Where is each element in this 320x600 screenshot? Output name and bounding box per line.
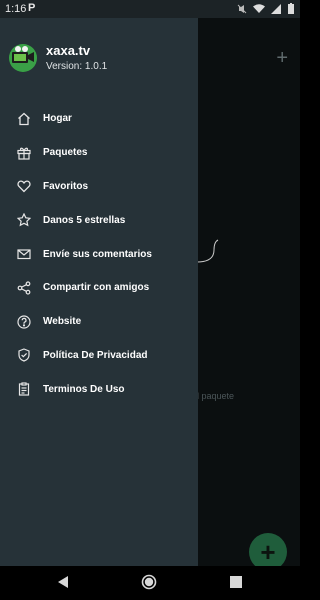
- empty-state-text: l paquete: [197, 391, 235, 401]
- shield-check-icon: [16, 347, 32, 363]
- clipboard-icon: [16, 381, 32, 397]
- add-icon[interactable]: +: [276, 48, 288, 68]
- menu-item-label: Danos 5 estrellas: [43, 214, 126, 226]
- menu-item-label: Política De Privacidad: [43, 349, 148, 361]
- menu-item-rate[interactable]: Danos 5 estrellas: [0, 203, 198, 237]
- menu-item-hogar[interactable]: Hogar: [0, 102, 198, 136]
- battery-icon: [288, 3, 294, 14]
- menu-item-label: Paquetes: [43, 147, 88, 159]
- status-icons: [237, 3, 294, 14]
- home-nav-icon[interactable]: [141, 574, 157, 590]
- parking-app-indicator: P: [28, 2, 36, 14]
- heart-icon: [16, 178, 32, 194]
- menu-item-feedback[interactable]: Envíe sus comentarios: [0, 237, 198, 271]
- menu-item-label: Envíe sus comentarios: [43, 248, 152, 260]
- recents-icon[interactable]: [230, 576, 242, 588]
- menu-item-website[interactable]: Website: [0, 305, 198, 339]
- back-icon[interactable]: [57, 575, 69, 589]
- drawer-menu: Hogar Paquetes Favoritos Danos 5 estrell…: [0, 102, 198, 406]
- menu-item-favoritos[interactable]: Favoritos: [0, 170, 198, 204]
- drawer-header: xaxa.tv Version: 1.0.1: [0, 18, 198, 98]
- menu-item-label: Terminos De Uso: [43, 383, 125, 395]
- status-time: 1:16: [5, 3, 27, 15]
- home-icon: [16, 111, 32, 127]
- app-logo: [9, 44, 37, 72]
- empty-illustration: [196, 239, 219, 263]
- signal-icon: [271, 3, 281, 14]
- gift-icon: [16, 145, 32, 161]
- status-bar: 1:16 P: [0, 0, 300, 18]
- app-name: xaxa.tv: [46, 43, 91, 58]
- menu-item-label: Website: [43, 316, 82, 328]
- system-nav-bar: [0, 566, 300, 600]
- star-icon: [16, 212, 32, 228]
- menu-item-label: Favoritos: [43, 180, 89, 192]
- navigation-drawer: xaxa.tv Version: 1.0.1 Hogar Paquetes Fa…: [0, 18, 198, 566]
- menu-item-label: Compartir con amigos: [43, 282, 150, 294]
- mute-icon: [237, 4, 247, 13]
- mail-icon: [16, 246, 32, 262]
- menu-item-terms[interactable]: Terminos De Uso: [0, 372, 198, 406]
- menu-item-paquetes[interactable]: Paquetes: [0, 136, 198, 170]
- wifi-icon: [253, 3, 265, 13]
- app-version: Version: 1.0.1: [46, 61, 108, 72]
- share-icon: [16, 280, 32, 296]
- menu-item-label: Hogar: [43, 113, 72, 125]
- help-circle-icon: [16, 314, 32, 330]
- menu-item-privacy[interactable]: Política De Privacidad: [0, 339, 198, 373]
- menu-item-share[interactable]: Compartir con amigos: [0, 271, 198, 305]
